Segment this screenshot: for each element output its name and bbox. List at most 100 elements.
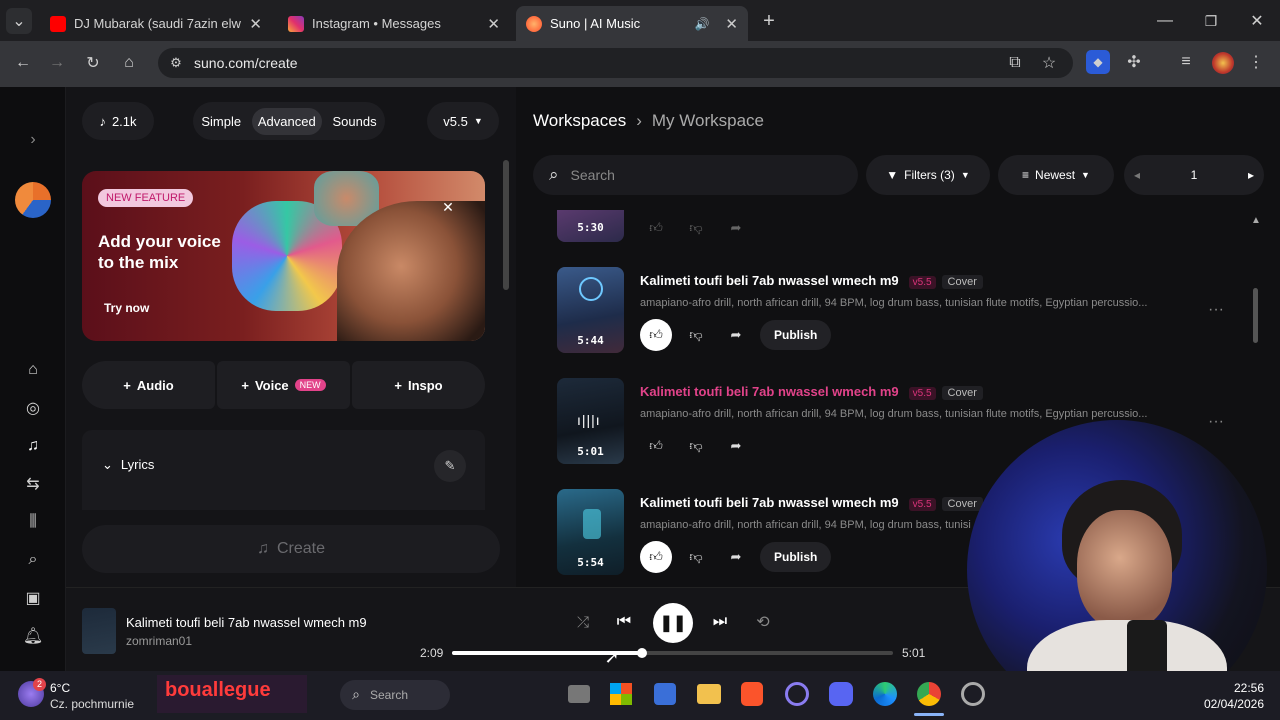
- mode-simple-tab[interactable]: Simple: [195, 108, 247, 135]
- close-icon[interactable]: ✕: [249, 15, 262, 33]
- home-nav-icon[interactable]: ⌂: [20, 357, 46, 383]
- mode-advanced-tab[interactable]: Advanced: [251, 107, 322, 135]
- calculator-icon[interactable]: [654, 683, 676, 705]
- add-voice-button[interactable]: + Voice NEW: [217, 361, 350, 409]
- search-input[interactable]: ⌕ Search: [533, 155, 858, 195]
- sort-button[interactable]: ≡ Newest ▼: [998, 155, 1114, 195]
- address-bar[interactable]: ⚙ suno.com/create ⧉ ☆: [158, 48, 1073, 78]
- scroll-up-icon[interactable]: ▲: [1248, 212, 1264, 228]
- media-control-icon[interactable]: ≡: [1174, 50, 1198, 74]
- library-nav-icon[interactable]: ⫼: [20, 509, 46, 535]
- explore-nav-icon[interactable]: ◎: [20, 395, 46, 421]
- thumbs-up-icon[interactable]: 👍︎: [640, 430, 672, 462]
- now-playing-artist[interactable]: zomriman01: [126, 634, 192, 648]
- discord-icon[interactable]: [829, 682, 853, 706]
- more-options-icon[interactable]: ···: [1202, 298, 1230, 322]
- new-tab-button[interactable]: +: [756, 8, 782, 34]
- progress-handle[interactable]: [636, 648, 647, 658]
- forward-icon[interactable]: →: [44, 50, 70, 76]
- share-icon[interactable]: ➦: [720, 212, 752, 244]
- share-icon[interactable]: ➦: [720, 541, 752, 573]
- song-thumbnail[interactable]: ı|||ı 5:01: [557, 378, 624, 464]
- share-icon[interactable]: ➦: [720, 319, 752, 351]
- song-list-scrollbar[interactable]: [1253, 288, 1258, 343]
- clock-time[interactable]: 22:56: [1224, 681, 1264, 695]
- cortana-icon[interactable]: [785, 682, 809, 706]
- task-view-icon[interactable]: [568, 685, 590, 703]
- tab-instagram[interactable]: Instagram • Messages ✕: [278, 6, 510, 41]
- close-icon[interactable]: ✕: [438, 197, 458, 217]
- search-nav-icon[interactable]: ⌕: [20, 547, 46, 573]
- progress-track[interactable]: [452, 648, 893, 658]
- thumbs-down-icon[interactable]: 👎︎: [680, 319, 712, 351]
- expand-sidebar-icon[interactable]: ›: [20, 127, 46, 153]
- tab-suno[interactable]: Suno | AI Music 🔊 ✕: [516, 6, 748, 41]
- site-info-icon[interactable]: ⚙: [164, 51, 188, 75]
- minimize-button[interactable]: —: [1152, 8, 1178, 34]
- thumbs-down-icon[interactable]: 👎︎: [680, 430, 712, 462]
- chrome-browser-icon[interactable]: [917, 682, 941, 706]
- create-panel-scrollbar[interactable]: [503, 160, 509, 290]
- song-row[interactable]: 5:44 Kalimeti toufi beli 7ab nwassel wme…: [557, 267, 1217, 355]
- weather-temp[interactable]: 6°C: [50, 681, 70, 695]
- create-nav-icon[interactable]: ♫: [20, 433, 46, 459]
- new-feature-banner[interactable]: NEW FEATURE Add your voice to the mix Tr…: [82, 171, 485, 341]
- thumbs-down-icon[interactable]: 👎︎: [680, 212, 712, 244]
- song-title[interactable]: Kalimeti toufi beli 7ab nwassel wmech m9: [640, 273, 899, 288]
- home-icon[interactable]: ⌂: [116, 50, 142, 76]
- pause-button[interactable]: ❚❚: [653, 603, 693, 643]
- profile-avatar[interactable]: [1212, 52, 1234, 74]
- more-options-icon[interactable]: ···: [1202, 410, 1230, 434]
- song-thumbnail[interactable]: 5:54: [557, 489, 624, 575]
- thumbs-up-icon[interactable]: 👍︎: [640, 541, 672, 573]
- magic-wand-icon[interactable]: ✎: [434, 450, 466, 482]
- tab-youtube[interactable]: DJ Mubarak (saudi 7azin elwat) ✕: [40, 6, 272, 41]
- reload-icon[interactable]: ↻: [80, 50, 106, 76]
- menu-icon[interactable]: ⋮: [1244, 50, 1268, 74]
- now-playing-thumbnail[interactable]: [82, 608, 116, 654]
- tab-search-button[interactable]: ⌄: [6, 8, 32, 34]
- file-explorer-icon[interactable]: [697, 684, 721, 704]
- back-icon[interactable]: ←: [10, 50, 36, 76]
- credits-pill[interactable]: ♪ 2.1k: [82, 102, 154, 140]
- song-thumbnail[interactable]: 5:30: [557, 210, 624, 242]
- thumbs-up-icon[interactable]: 👍︎: [640, 212, 672, 244]
- lyrics-toggle[interactable]: ⌄ Lyrics: [102, 457, 154, 473]
- user-avatar[interactable]: [15, 182, 51, 218]
- song-title[interactable]: Kalimeti toufi beli 7ab nwassel wmech m9: [640, 495, 899, 510]
- extension-shield-icon[interactable]: ◆: [1086, 50, 1110, 74]
- add-inspo-button[interactable]: + Inspo: [352, 361, 485, 409]
- try-now-button[interactable]: Try now: [104, 301, 149, 315]
- now-playing-title[interactable]: Kalimeti toufi beli 7ab nwassel wmech m9: [126, 615, 367, 630]
- extensions-puzzle-icon[interactable]: ✣: [1122, 50, 1146, 74]
- create-button[interactable]: ♫ Create: [82, 525, 500, 573]
- repeat-icon[interactable]: ⟲: [751, 610, 775, 634]
- edge-browser-icon[interactable]: [873, 682, 897, 706]
- close-icon[interactable]: ✕: [487, 15, 500, 33]
- next-page-icon[interactable]: ▸: [1248, 168, 1254, 182]
- mode-sounds-tab[interactable]: Sounds: [326, 108, 382, 135]
- studio-nav-icon[interactable]: ⇆: [20, 471, 46, 497]
- song-title-line[interactable]: Kalimeti toufi beli 7ab nwassel wmech m9…: [640, 273, 983, 289]
- install-app-icon[interactable]: ⧉: [1003, 51, 1027, 75]
- close-icon[interactable]: ✕: [725, 15, 738, 33]
- shuffle-icon[interactable]: ⤮: [571, 610, 595, 634]
- filters-button[interactable]: ▼ Filters (3) ▼: [866, 155, 990, 195]
- song-thumbnail[interactable]: 5:44: [557, 267, 624, 353]
- brave-browser-icon[interactable]: [741, 682, 763, 706]
- restore-button[interactable]: ❐: [1198, 8, 1224, 34]
- obs-studio-icon[interactable]: [961, 682, 985, 706]
- breadcrumb-workspaces[interactable]: Workspaces: [533, 111, 626, 131]
- song-title-line[interactable]: Kalimeti toufi beli 7ab nwassel wmech m9…: [640, 384, 983, 400]
- window-close-button[interactable]: ✕: [1244, 8, 1270, 34]
- publish-button[interactable]: Publish: [760, 542, 832, 572]
- next-track-icon[interactable]: ⏭︎: [708, 610, 732, 634]
- song-title-line[interactable]: Kalimeti toufi beli 7ab nwassel wmech m9…: [640, 495, 983, 511]
- thumbs-up-icon[interactable]: 👍︎: [640, 319, 672, 351]
- model-select[interactable]: v5.5 ▼: [427, 102, 499, 140]
- publish-button[interactable]: Publish: [760, 320, 832, 350]
- previous-track-icon[interactable]: ⏮︎: [612, 610, 636, 634]
- bookmark-star-icon[interactable]: ☆: [1037, 51, 1061, 75]
- clock-date[interactable]: 02/04/2026: [1196, 697, 1264, 711]
- notifications-bell-icon[interactable]: 🔔︎: [20, 623, 46, 649]
